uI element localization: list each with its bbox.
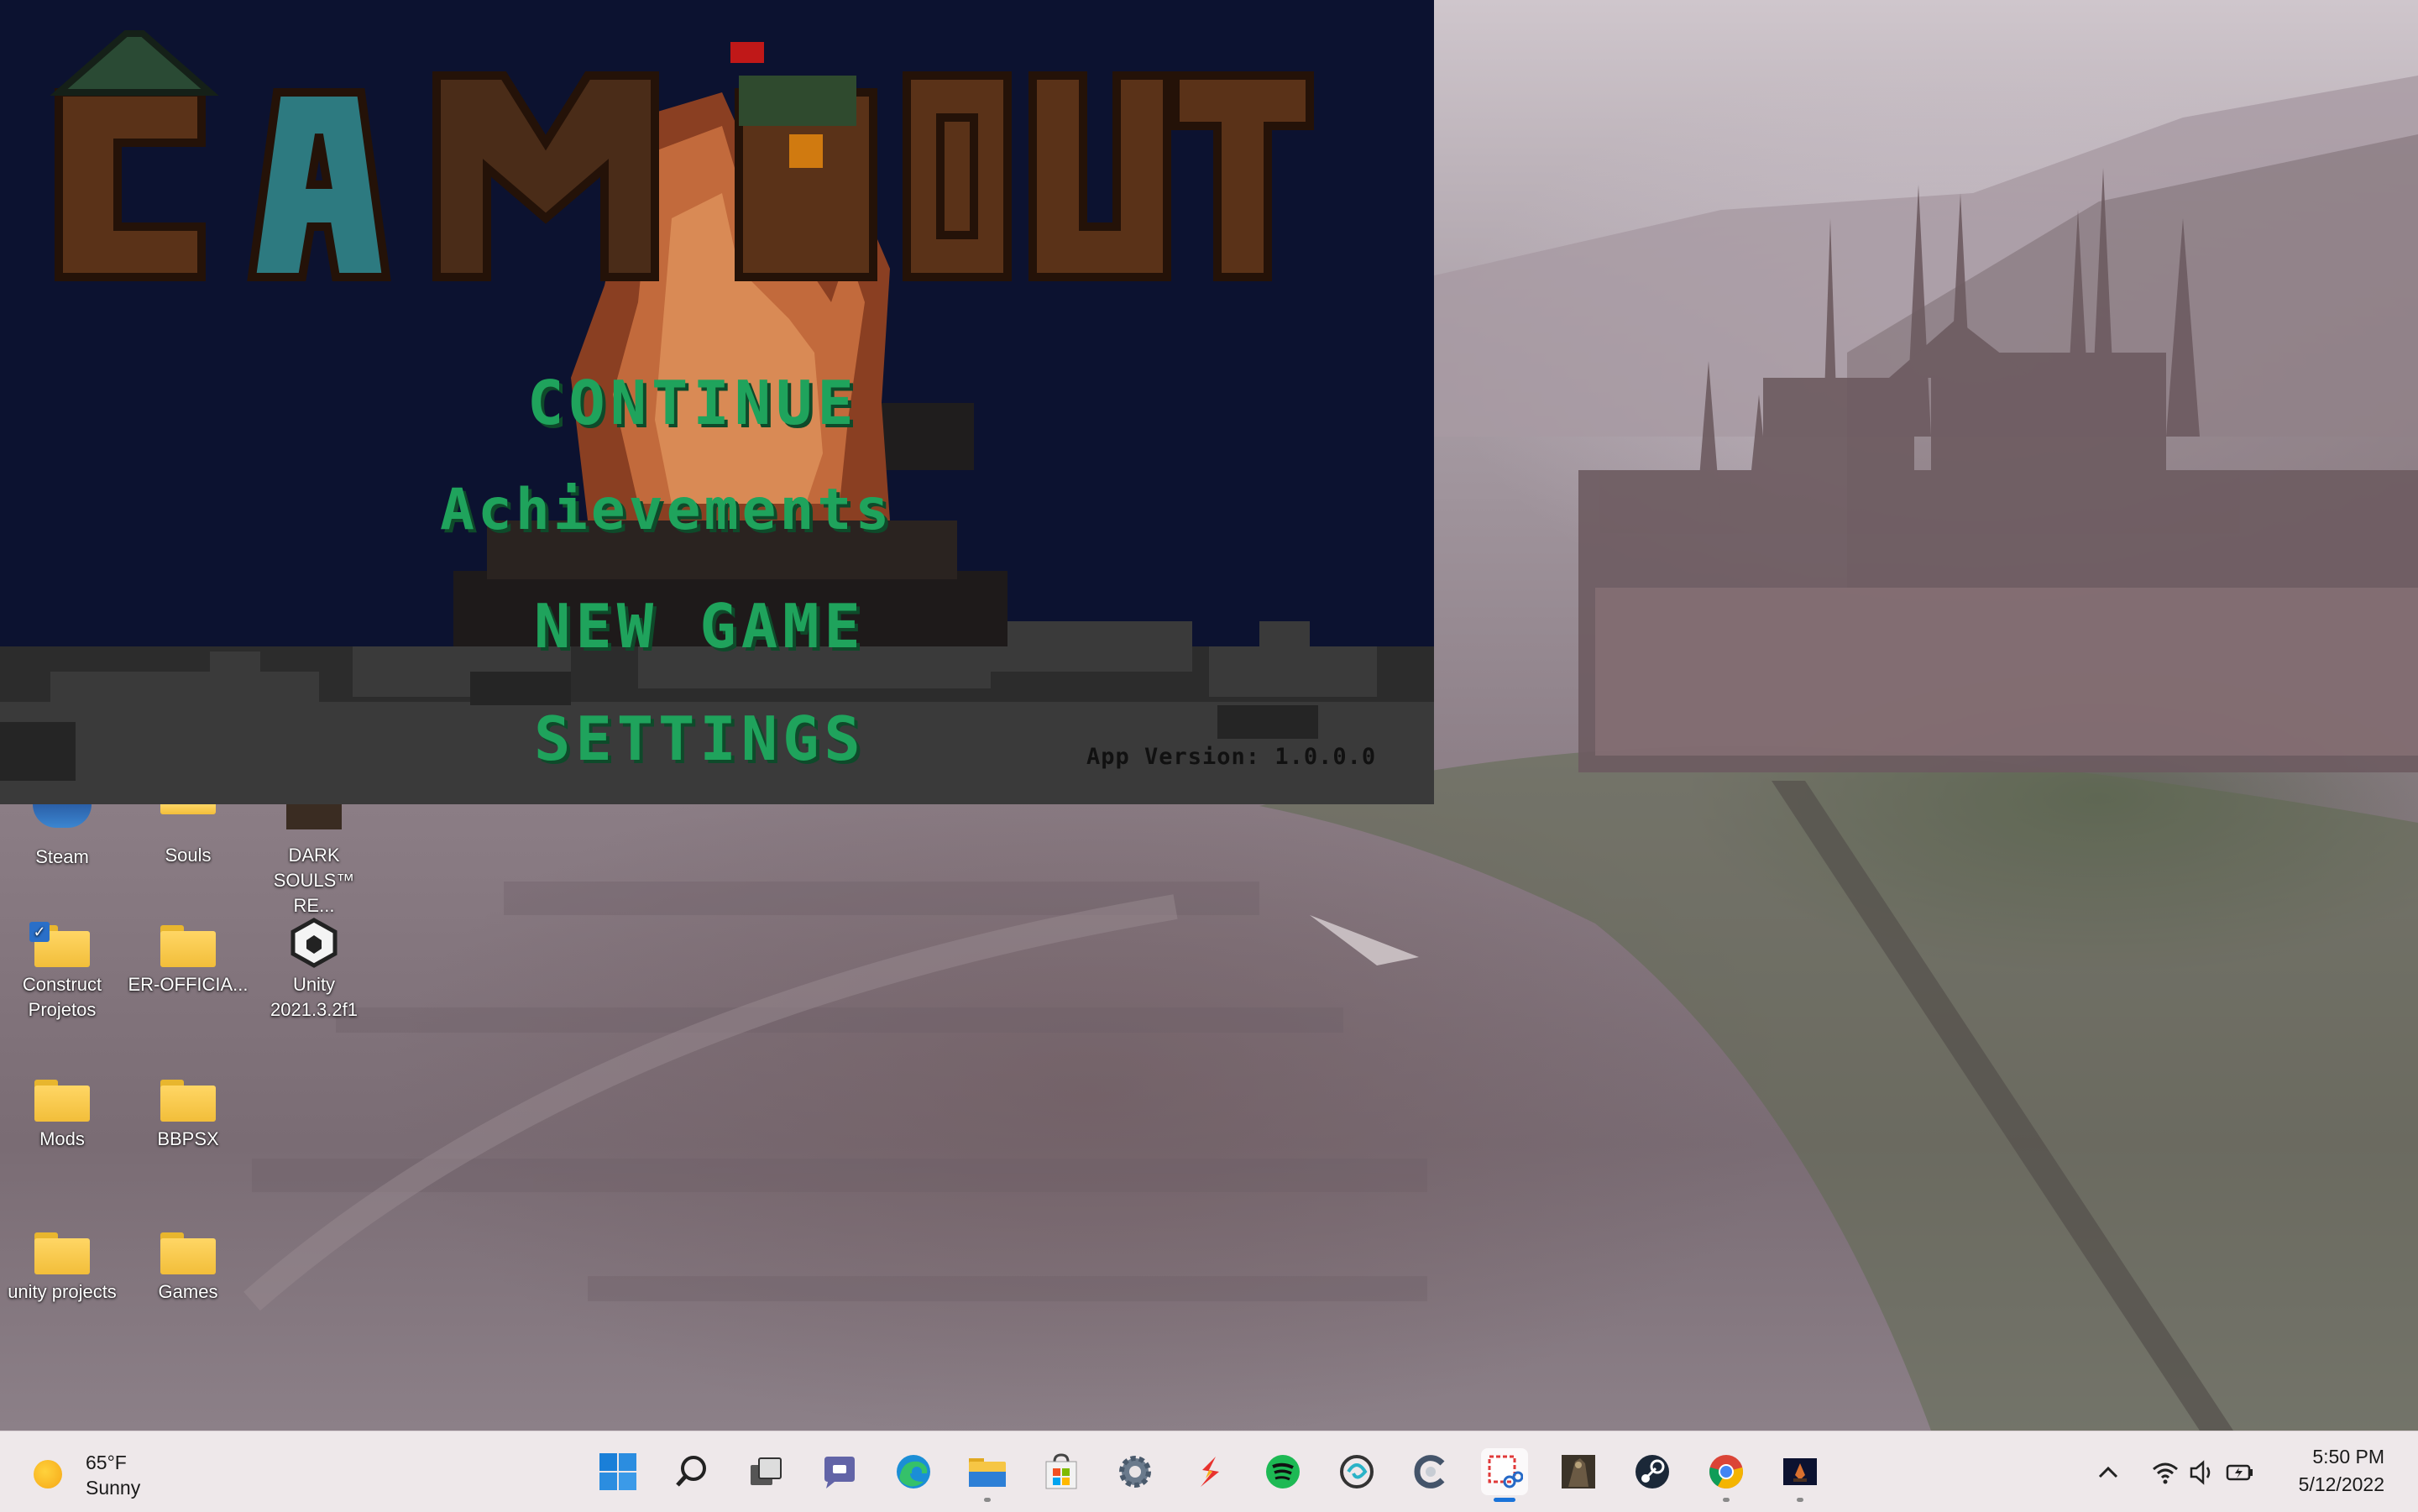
running-indicator	[1797, 1498, 1803, 1502]
menu-continue[interactable]: CONTINUE	[527, 368, 859, 438]
running-indicator	[1723, 1498, 1730, 1502]
teams-chat-icon	[824, 1457, 855, 1488]
campout-game-window[interactable]: CONTINUE Achievements NEW GAME SETTINGS …	[0, 0, 1434, 804]
taskbar-red-app-button[interactable]	[1185, 1448, 1233, 1495]
taskbar-search-button[interactable]	[668, 1448, 715, 1495]
gear-icon	[1119, 1456, 1151, 1488]
taskbar-store-button[interactable]	[1038, 1448, 1085, 1495]
taskbar: 65°F Sunny 5:50 PM 5/12/2022	[0, 1431, 2418, 1512]
running-indicator	[984, 1498, 991, 1502]
folder-icon	[160, 1232, 216, 1274]
clock-time: 5:50 PM	[2312, 1446, 2384, 1468]
folder-icon	[34, 1080, 90, 1122]
desktop-icon-unity-projects[interactable]: unity projects	[0, 1232, 125, 1305]
chevron-up-icon[interactable]	[2096, 1460, 2121, 1485]
ccleaner-icon	[1414, 1455, 1445, 1488]
chrome-icon	[1709, 1455, 1743, 1488]
desktop-icon-bbpsx[interactable]: BBPSX	[125, 1080, 251, 1152]
folder-icon: ✓	[29, 922, 90, 967]
menu-new-game[interactable]: NEW GAME	[534, 591, 866, 662]
swirl-app-icon	[1340, 1455, 1374, 1488]
taskbar-dark-game-button[interactable]	[1555, 1448, 1602, 1495]
campfire-icon	[1783, 1458, 1817, 1485]
desktop-icon-games[interactable]: Games	[125, 1232, 251, 1305]
microsoft-store-icon	[1045, 1453, 1077, 1489]
desktop-icon-label: unity projects	[8, 1281, 117, 1302]
app-version-label: App Version: 1.0.0.0	[1086, 744, 1377, 770]
desktop-icon-mods[interactable]: Mods	[0, 1080, 125, 1152]
menu-settings[interactable]: SETTINGS	[534, 704, 866, 774]
desktop-icon-souls[interactable]: Souls	[125, 804, 251, 868]
battery-icon[interactable]	[2225, 1458, 2255, 1487]
taskbar-swirl-app-button[interactable]	[1333, 1448, 1380, 1495]
desktop-icon-label: Steam	[35, 846, 89, 867]
weather-widget[interactable]: 65°F Sunny	[34, 1450, 168, 1500]
taskbar-chrome-button[interactable]	[1703, 1448, 1750, 1502]
dark-souls-icon	[286, 804, 342, 829]
wifi-icon[interactable]	[2151, 1458, 2180, 1487]
taskbar-snipping-tool-button[interactable]	[1481, 1448, 1528, 1502]
checkbox-icon: ✓	[29, 922, 50, 942]
desktop-icon-label: Games	[158, 1281, 218, 1302]
task-view-icon	[751, 1457, 782, 1485]
desktop-icon-label: DARK SOULS™ RE...	[273, 845, 355, 916]
desktop-icon-steam[interactable]: Steam	[0, 804, 125, 870]
folder-icon	[160, 925, 216, 967]
taskbar-spotify-button[interactable]	[1259, 1448, 1306, 1495]
menu-achievements[interactable]: Achievements	[440, 477, 892, 543]
weather-temperature: 65°F	[86, 1452, 127, 1473]
desktop-icon-label: ER-OFFICIA...	[128, 974, 249, 995]
taskbar-ccleaner-button[interactable]	[1407, 1448, 1454, 1495]
search-icon	[676, 1456, 706, 1487]
taskbar-steam-button[interactable]	[1629, 1448, 1676, 1495]
folder-icon	[34, 1232, 90, 1274]
snipping-tool-icon	[1488, 1455, 1523, 1488]
active-indicator	[1494, 1498, 1515, 1502]
taskbar-campout-button[interactable]	[1777, 1448, 1824, 1502]
desktop-icon-construct-projetos[interactable]: ✓ Construct Projetos	[0, 922, 125, 1023]
taskbar-clock[interactable]: 5:50 PM 5/12/2022	[2299, 1443, 2384, 1499]
desktop-icon-label: Souls	[165, 845, 212, 866]
weather-condition: Sunny	[86, 1477, 141, 1499]
desktop-icon-unity[interactable]: Unity 2021.3.2f1	[251, 918, 377, 1023]
desktop-icon-label: Construct Projetos	[22, 974, 102, 1020]
red-s-app-icon	[1201, 1457, 1219, 1487]
spotify-icon	[1266, 1455, 1300, 1488]
taskbar-start-button[interactable]	[594, 1448, 641, 1495]
taskbar-settings-button[interactable]	[1112, 1448, 1159, 1495]
folder-icon	[969, 1458, 1006, 1487]
edge-icon	[897, 1455, 930, 1488]
steam-icon	[33, 804, 92, 828]
taskbar-edge-button[interactable]	[890, 1448, 937, 1495]
folder-icon	[160, 1080, 216, 1122]
volume-icon[interactable]	[2188, 1458, 2216, 1487]
dark-game-icon	[1562, 1455, 1595, 1488]
steam-icon	[1636, 1455, 1669, 1488]
desktop-icon-er-officia[interactable]: ER-OFFICIA...	[125, 925, 251, 997]
desktop-icon-label: BBPSX	[157, 1128, 219, 1149]
desktop-icon-dark-souls[interactable]: DARK SOULS™ RE...	[251, 804, 377, 918]
taskbar-task-view-button[interactable]	[742, 1448, 789, 1495]
unity-icon	[288, 917, 340, 969]
taskbar-file-explorer-button[interactable]	[964, 1448, 1011, 1502]
taskbar-chat-button[interactable]	[816, 1448, 863, 1495]
windows-logo-icon	[599, 1453, 636, 1490]
folder-icon	[160, 804, 216, 814]
desktop-icon-label: Mods	[39, 1128, 85, 1149]
clock-date: 5/12/2022	[2298, 1473, 2384, 1495]
desktop-icon-label: Unity 2021.3.2f1	[270, 974, 358, 1020]
sun-icon	[34, 1460, 62, 1488]
system-tray: 5:50 PM 5/12/2022	[2049, 1431, 2418, 1512]
